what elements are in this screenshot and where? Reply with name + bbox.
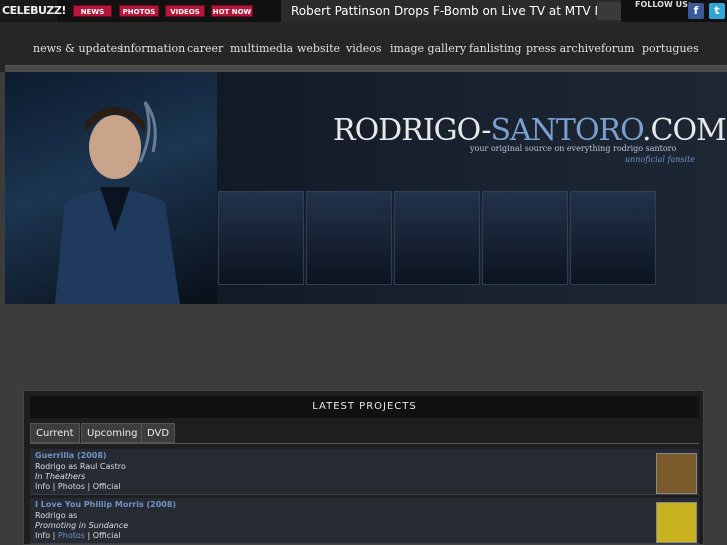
project-status: In Theathers [35, 472, 86, 481]
site-title-part-c: .COM [641, 113, 727, 148]
site-title-part-a: RODRIGO- [333, 113, 491, 148]
nav-portugues[interactable]: portugues [642, 42, 699, 55]
nav-divider [5, 65, 727, 72]
tab-dvd[interactable]: DVD [141, 423, 176, 443]
tab-upcoming[interactable]: Upcoming [81, 423, 144, 443]
banner-photo-5 [570, 191, 656, 285]
nav-press-archive[interactable]: press archive [526, 42, 601, 55]
nav-news-updates[interactable]: news & updates [33, 42, 123, 55]
banner-photo-2 [306, 191, 392, 285]
headline-ticker[interactable]: Robert Pattinson Drops F-Bomb on Live TV… [281, 0, 621, 22]
tab-current[interactable]: Current [30, 423, 80, 443]
nav-information[interactable]: information [120, 42, 185, 55]
project-photos-link[interactable]: Photos [58, 482, 85, 491]
follow-us-label: FOLLOW US: [635, 0, 692, 9]
topbar-hotnow-button[interactable]: HOT NOW [211, 5, 253, 17]
project-official-link[interactable]: Official [93, 482, 121, 491]
nav-forum[interactable]: forum [601, 42, 634, 55]
project-row: I Love You Phillip Morris (2008) Rodrigo… [30, 498, 699, 544]
topbar-videos-button[interactable]: VIDEOS [165, 5, 205, 17]
project-info-link[interactable]: Info [35, 531, 50, 540]
project-title[interactable]: I Love You Phillip Morris (2008) [35, 500, 176, 509]
project-cover-image[interactable] [656, 502, 697, 543]
nav-multimedia[interactable]: multimedia [230, 42, 293, 55]
project-photos-link[interactable]: Photos [58, 531, 85, 540]
nav-career[interactable]: career [187, 42, 223, 55]
topbar-news-button[interactable]: NEWS [73, 5, 112, 17]
nav-videos[interactable]: videos [346, 42, 382, 55]
project-info-link[interactable]: Info [35, 482, 50, 491]
project-official-link[interactable]: Official [93, 531, 121, 540]
tab-divider [30, 443, 699, 444]
site-title[interactable]: RODRIGO-SANTORO.COM [333, 113, 727, 148]
project-role: Rodrigo as Raul Castro [35, 462, 126, 471]
banner-photo-4 [482, 191, 568, 285]
facebook-icon[interactable]: f [688, 3, 704, 19]
site-tagline: your original source on everything rodri… [470, 144, 677, 153]
project-links: Info | Photos | Official [35, 482, 121, 491]
banner-photo-3 [394, 191, 480, 285]
twitter-icon[interactable]: t [709, 3, 725, 19]
topbar-photos-button[interactable]: PHOTOS [119, 5, 159, 17]
project-cover-image[interactable] [656, 453, 697, 494]
celebuzz-topbar: CELEBUZZ! NEWS PHOTOS VIDEOS HOT NOW Rob… [0, 0, 727, 22]
project-links: Info | Photos | Official [35, 531, 121, 540]
nav-image-gallery[interactable]: image gallery [390, 42, 466, 55]
nav-website[interactable]: website [297, 42, 340, 55]
latest-projects-panel: LATEST PROJECTS Current Upcoming DVD Gue… [23, 390, 704, 545]
nav-fanlisting[interactable]: fanlisting [469, 42, 521, 55]
banner-photo-1 [218, 191, 304, 285]
banner-portrait-panel [5, 72, 217, 304]
site-subtagline: unnoficial fansite [625, 155, 696, 164]
portrait-image [55, 101, 180, 304]
latest-projects-heading: LATEST PROJECTS [30, 396, 699, 418]
project-title[interactable]: Guerrilla (2008) [35, 451, 107, 460]
site-title-part-b: SANTORO [490, 113, 642, 148]
celebuzz-logo[interactable]: CELEBUZZ! [0, 0, 66, 22]
ticker-end-block [597, 2, 621, 20]
project-role: Rodrigo as [35, 511, 78, 520]
project-status: Promoting in Sundance [35, 521, 129, 530]
project-row: Guerrilla (2008) Rodrigo as Raul Castro … [30, 449, 699, 495]
